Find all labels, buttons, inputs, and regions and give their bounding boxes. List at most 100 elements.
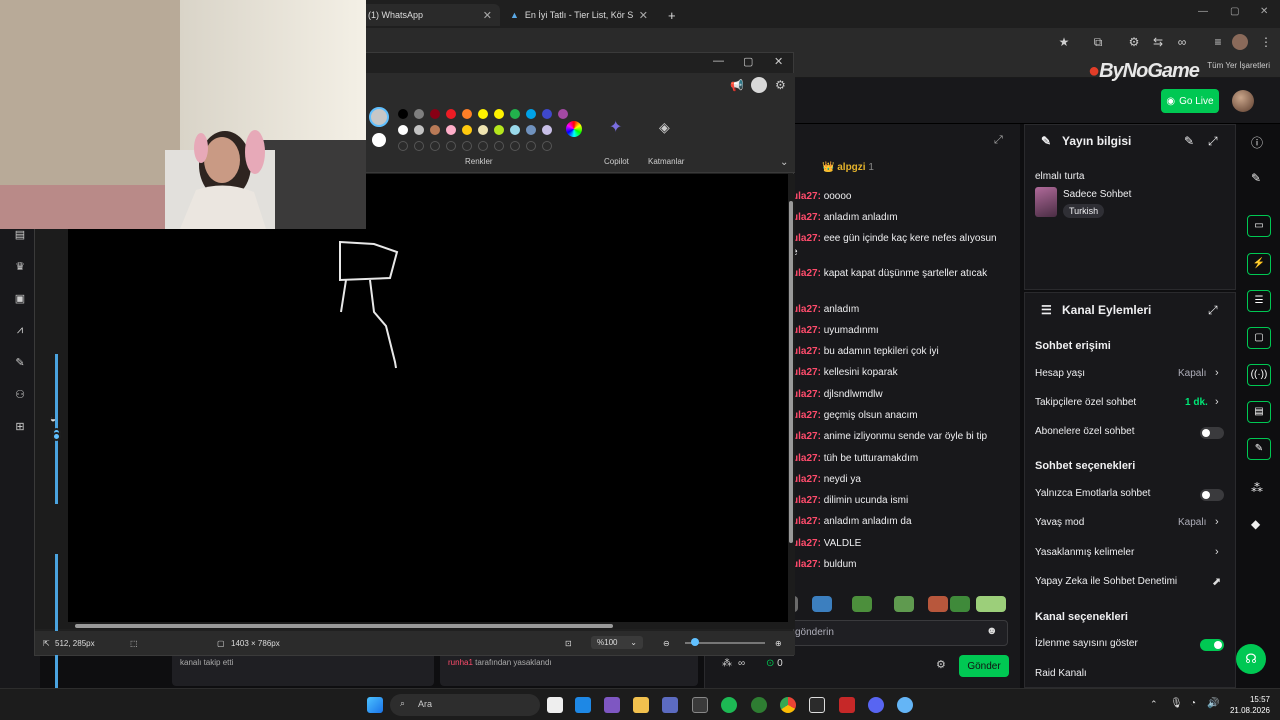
profile-icon[interactable] — [1232, 34, 1248, 50]
gear-icon[interactable]: ⚙ — [775, 78, 786, 92]
emote[interactable] — [812, 596, 832, 612]
emote[interactable] — [976, 596, 1006, 612]
palette-swatch[interactable] — [542, 109, 552, 119]
whatsapp-icon[interactable] — [751, 697, 767, 713]
broadcast-icon[interactable]: ((·)) — [1247, 364, 1271, 386]
chat-username[interactable]: ula27: — [792, 325, 821, 336]
store-icon[interactable] — [692, 697, 708, 713]
drawing-canvas[interactable] — [68, 174, 788, 622]
maximize-icon[interactable]: ▢ — [1230, 6, 1239, 17]
zoom-out-icon[interactable]: ⊖ — [663, 639, 670, 648]
palette-swatch[interactable] — [398, 125, 408, 135]
new-tab-button[interactable]: + — [660, 4, 684, 26]
all-bookmarks-link[interactable]: Tüm Yer İşaretleri — [1207, 61, 1270, 70]
copilot-icon[interactable] — [604, 697, 620, 713]
subscribers-only-toggle[interactable] — [1200, 427, 1224, 439]
emote[interactable] — [950, 596, 970, 612]
palette-swatch[interactable] — [542, 125, 552, 135]
close-icon[interactable]: ✕ — [774, 55, 783, 68]
emoji-icon[interactable]: ☻ — [986, 625, 998, 637]
spotify-icon[interactable] — [721, 697, 737, 713]
outlook-icon[interactable] — [575, 697, 591, 713]
teams-icon[interactable] — [662, 697, 678, 713]
extensions-icon[interactable]: ⧉ — [1090, 34, 1106, 50]
palette-swatch[interactable] — [494, 125, 504, 135]
popout-icon[interactable]: ⤢ — [994, 134, 1003, 147]
maximize-icon[interactable]: ▢ — [743, 55, 753, 68]
custom-color-slot[interactable] — [478, 141, 488, 151]
microphone-icon[interactable]: 🎙 — [1170, 698, 1183, 709]
close-icon[interactable]: ✕ — [483, 9, 492, 22]
emote[interactable] — [852, 596, 872, 612]
palette-swatch[interactable] — [430, 109, 440, 119]
taskbar-search[interactable]: ⌕ Ara — [390, 694, 540, 716]
category-name[interactable]: Sadece Sohbet — [1063, 189, 1131, 200]
banned-words-label[interactable]: Yasaklanmış kelimeler — [1035, 547, 1134, 558]
emote[interactable] — [928, 596, 948, 612]
discord-icon[interactable] — [868, 697, 884, 713]
palette-swatch[interactable] — [446, 125, 456, 135]
star-icon[interactable]: ★ — [1056, 34, 1072, 50]
palette-swatch[interactable] — [510, 109, 520, 119]
close-window-icon[interactable]: ✕ — [1260, 6, 1268, 17]
file-explorer-icon[interactable] — [633, 697, 649, 713]
chat-icon[interactable]: ▢ — [1247, 327, 1271, 349]
chevron-right-icon[interactable]: › — [1215, 546, 1219, 558]
minimize-icon[interactable]: — — [1198, 6, 1208, 17]
vertical-scrollbar[interactable] — [789, 201, 793, 543]
palette-swatch[interactable] — [526, 125, 536, 135]
custom-color-slot[interactable] — [398, 141, 408, 151]
edit-colors-icon[interactable] — [566, 121, 582, 137]
palette-swatch[interactable] — [526, 109, 536, 119]
palette-swatch[interactable] — [510, 125, 520, 135]
stack-icon[interactable]: ▤ — [1247, 401, 1271, 423]
color-2-swatch[interactable] — [372, 133, 386, 147]
trophy-icon[interactable]: ♛ — [12, 260, 28, 274]
close-icon[interactable]: ✕ — [639, 9, 648, 22]
top-chatter[interactable]: 👑 alpgzi 1 — [822, 162, 874, 173]
color-1-swatch[interactable] — [369, 107, 389, 127]
custom-color-slot[interactable] — [414, 141, 424, 151]
send-button[interactable]: Gönder — [959, 655, 1009, 677]
palette-swatch[interactable] — [414, 109, 424, 119]
lightning-icon[interactable]: ⚡ — [1247, 253, 1271, 275]
palette-swatch[interactable] — [478, 125, 488, 135]
tab-tier-list[interactable]: ▲ En İyi Tatlı - Tier List, Kör Sıralan … — [502, 4, 656, 26]
chat-username[interactable]: ula27: — [792, 367, 821, 378]
chat-input[interactable]: gönderin — [788, 620, 1008, 646]
list-icon[interactable]: ☰ — [1247, 290, 1271, 312]
layers-icon[interactable]: ◈ — [659, 119, 670, 136]
chevron-right-icon[interactable]: › — [1215, 516, 1219, 528]
palette-swatch[interactable] — [478, 109, 488, 119]
edit-icon[interactable]: ✎ — [1184, 134, 1194, 148]
chat-username[interactable]: ula27: — [792, 431, 821, 442]
palette-swatch[interactable] — [462, 125, 472, 135]
custom-color-slot[interactable] — [542, 141, 552, 151]
help-button[interactable]: ☊ — [1236, 644, 1266, 674]
show-viewcount-toggle[interactable] — [1200, 639, 1224, 651]
info-icon[interactable]: ⓘ — [1251, 134, 1263, 151]
raid-channel-label[interactable]: Raid Kanalı — [1035, 668, 1087, 679]
chat-username[interactable]: ula27: — [792, 191, 821, 202]
media-icon[interactable]: ▣ — [12, 292, 28, 306]
palette-swatch[interactable] — [558, 109, 568, 119]
slow-mode-value[interactable]: Kapalı — [1178, 517, 1206, 528]
chat-username[interactable]: ula27: — [792, 495, 821, 506]
slider-thumb[interactable] — [52, 432, 61, 441]
brand-logo[interactable]: ●ByNoGame — [1088, 60, 1200, 83]
popout-icon[interactable]: ⤢ — [1208, 134, 1218, 149]
link-icon[interactable]: ∞ — [1174, 34, 1190, 50]
palette-swatch[interactable] — [462, 109, 472, 119]
analytics-icon[interactable]: ⩘ — [12, 324, 28, 338]
wrench-icon[interactable]: ✎ — [12, 356, 28, 370]
tab-whatsapp[interactable]: (1) WhatsApp ✕ — [360, 4, 500, 26]
chat-username[interactable]: ula27: — [792, 304, 821, 315]
ai-moderation-label[interactable]: Yapay Zeka ile Sohbet Denetimi — [1035, 576, 1177, 587]
layout-icon[interactable]: ▭ — [1247, 215, 1271, 237]
minimize-icon[interactable]: — — [713, 55, 724, 67]
wrench-icon[interactable]: ✎ — [1247, 438, 1271, 460]
chevron-right-icon[interactable]: › — [1215, 367, 1219, 379]
custom-color-slot[interactable] — [430, 141, 440, 151]
chevron-right-icon[interactable]: › — [1215, 396, 1219, 408]
fit-icon[interactable]: ⊡ — [565, 639, 572, 648]
